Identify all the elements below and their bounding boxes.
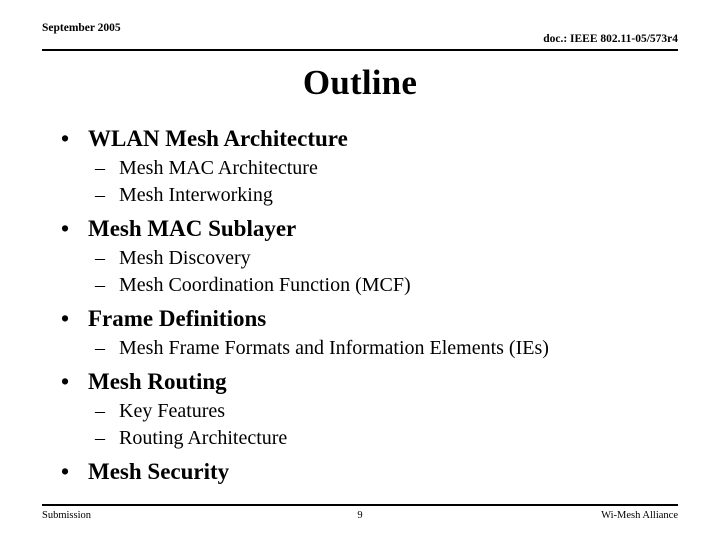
slide-footer: Submission 9 Wi-Mesh Alliance xyxy=(42,509,678,525)
outline-section: • Mesh Routing – Key Features – Routing … xyxy=(52,367,692,452)
bullet-point-icon: • xyxy=(61,216,70,241)
dash-bullet-icon: – xyxy=(95,247,105,269)
dash-bullet-icon: – xyxy=(95,400,105,422)
outline-section: • Frame Definitions – Mesh Frame Formats… xyxy=(52,304,692,362)
outline-heading: • Mesh MAC Sublayer xyxy=(52,214,692,244)
outline-subitem: – Mesh Discovery xyxy=(52,245,692,272)
outline-heading: • Mesh Routing xyxy=(52,367,692,397)
dash-bullet-icon: – xyxy=(95,184,105,206)
outline-heading-label: Mesh Routing xyxy=(88,369,227,394)
header-date: September 2005 xyxy=(42,22,121,34)
outline-section: • WLAN Mesh Architecture – Mesh MAC Arch… xyxy=(52,124,692,209)
outline-heading-label: Frame Definitions xyxy=(88,306,267,331)
outline-heading: • WLAN Mesh Architecture xyxy=(52,124,692,154)
outline-section: • Mesh Security xyxy=(52,457,692,487)
footer-page-number: 9 xyxy=(357,510,363,521)
outline-subitem-label: Mesh MAC Architecture xyxy=(119,157,318,179)
footer-rule xyxy=(42,504,678,506)
outline-section: • Mesh MAC Sublayer – Mesh Discovery – M… xyxy=(52,214,692,299)
outline-subitem-label: Mesh Discovery xyxy=(119,247,251,269)
bullet-point-icon: • xyxy=(61,306,70,331)
bullet-point-icon: • xyxy=(61,369,70,394)
slide-canvas: September 2005 doc.: IEEE 802.11-05/573r… xyxy=(0,0,720,540)
outline-heading: • Frame Definitions xyxy=(52,304,692,334)
outline-subitem: – Routing Architecture xyxy=(52,425,692,452)
outline-subitem: – Mesh Interworking xyxy=(52,182,692,209)
outline-subitem: – Mesh Frame Formats and Information Ele… xyxy=(52,335,692,362)
outline-subitem-label: Key Features xyxy=(119,400,226,422)
header-rule xyxy=(42,49,678,51)
outline-subitems: – Mesh Discovery – Mesh Coordination Fun… xyxy=(52,245,692,299)
outline-list: • WLAN Mesh Architecture – Mesh MAC Arch… xyxy=(52,124,692,487)
outline-heading: • Mesh Security xyxy=(52,457,692,487)
outline-heading-label: WLAN Mesh Architecture xyxy=(88,126,348,151)
outline-subitem-label: Mesh Frame Formats and Information Eleme… xyxy=(119,337,549,359)
outline-subitem: – Key Features xyxy=(52,398,692,425)
outline-subitems: – Key Features – Routing Architecture xyxy=(52,398,692,452)
bullet-point-icon: • xyxy=(61,459,70,484)
dash-bullet-icon: – xyxy=(95,274,105,296)
dash-bullet-icon: – xyxy=(95,337,105,359)
outline-subitem: – Mesh MAC Architecture xyxy=(52,155,692,182)
slide-header: September 2005 doc.: IEEE 802.11-05/573r… xyxy=(42,22,678,52)
footer-organization-label: Wi-Mesh Alliance xyxy=(601,510,678,521)
outline-subitem-label: Mesh Interworking xyxy=(119,184,273,206)
outline-heading-label: Mesh MAC Sublayer xyxy=(88,216,297,241)
dash-bullet-icon: – xyxy=(95,427,105,449)
outline-subitems: – Mesh MAC Architecture – Mesh Interwork… xyxy=(52,155,692,209)
outline-subitem: – Mesh Coordination Function (MCF) xyxy=(52,272,692,299)
page-title: Outline xyxy=(302,63,418,102)
outline-subitems: – Mesh Frame Formats and Information Ele… xyxy=(52,335,692,362)
bullet-point-icon: • xyxy=(61,126,70,151)
outline-heading-label: Mesh Security xyxy=(88,459,230,484)
header-document-number: doc.: IEEE 802.11-05/573r4 xyxy=(543,33,678,45)
dash-bullet-icon: – xyxy=(95,157,105,179)
outline-subitem-label: Mesh Coordination Function (MCF) xyxy=(119,274,411,296)
outline-subitem-label: Routing Architecture xyxy=(119,427,288,449)
